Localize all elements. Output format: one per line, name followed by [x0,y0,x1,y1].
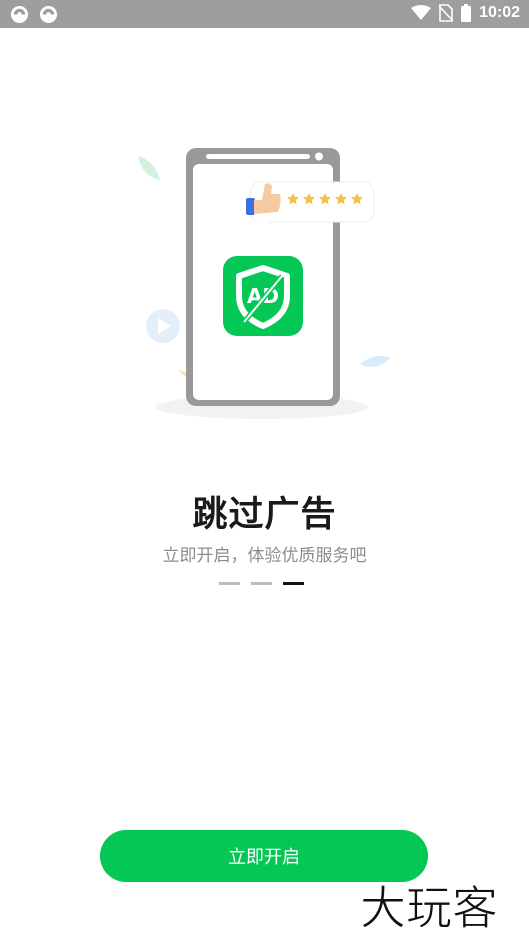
status-bar: 10:02 [0,0,529,28]
svg-text:大玩客: 大玩客 [360,881,498,934]
watermark-logo: 大玩客 [360,881,499,935]
status-bar-left [10,5,58,24]
page-indicator [219,582,304,585]
page-indicator-dot [251,582,272,585]
phone-speaker [206,154,310,159]
page-subtitle: 立即开启，体验优质服务吧 [162,546,367,566]
wifi-icon [411,5,432,21]
page-title: 跳过广告 [192,495,337,535]
blue-leaf-icon [360,356,390,367]
enable-now-button[interactable]: 立即开启 [100,830,428,882]
thumb-cuff [246,198,255,215]
battery-icon [461,4,472,22]
sync-icon [10,5,29,24]
phone-camera [315,152,323,161]
onboarding-illustration: AD [138,148,390,419]
sync-icon [39,5,58,24]
status-time: 10:02 [479,4,520,21]
green-leaf-icon [138,156,160,180]
page-indicator-dot-active [283,582,304,585]
status-bar-right: 10:02 [411,4,520,22]
page-indicator-dot [219,582,240,585]
no-sim-icon [439,4,454,22]
